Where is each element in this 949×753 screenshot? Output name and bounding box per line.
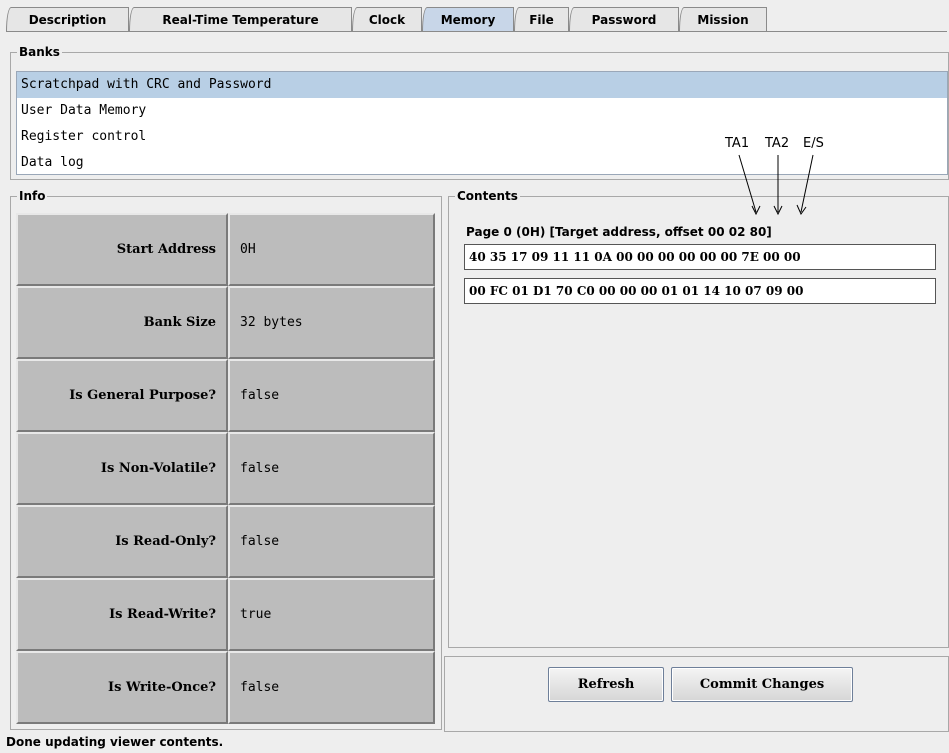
tab-label: Memory xyxy=(440,13,496,27)
info-row-read-write: Is Read-Write? true xyxy=(16,578,435,651)
info-row-non-volatile: Is Non-Volatile? false xyxy=(16,432,435,505)
bank-item-user-data-memory[interactable]: User Data Memory xyxy=(17,98,947,124)
tab-label: Password xyxy=(591,12,657,27)
info-value: 0H xyxy=(228,213,435,286)
status-text: Done updating viewer contents. xyxy=(6,735,224,749)
info-value: false xyxy=(228,359,435,432)
annotation-ta1: TA1 xyxy=(725,136,750,151)
info-row-write-once: Is Write-Once? false xyxy=(16,651,435,724)
arrow-es xyxy=(800,154,814,213)
info-label: Is Read-Write? xyxy=(16,578,228,651)
hex-row-0[interactable]: 40 35 17 09 11 11 0A 00 00 00 00 00 00 7… xyxy=(464,244,936,270)
arrow-ta1 xyxy=(738,154,757,213)
tab-mission[interactable]: Mission xyxy=(679,7,767,31)
info-row-read-only: Is Read-Only? false xyxy=(16,505,435,578)
info-label: Start Address xyxy=(16,213,228,286)
info-label: Is Write-Once? xyxy=(16,651,228,724)
info-row-start-address: Start Address 0H xyxy=(16,213,435,286)
tab-label: Description xyxy=(28,12,107,27)
info-row-bank-size: Bank Size 32 bytes xyxy=(16,286,435,359)
info-row-general-purpose: Is General Purpose? false xyxy=(16,359,435,432)
info-label: Is Non-Volatile? xyxy=(16,432,228,505)
tab-description[interactable]: Description xyxy=(6,7,129,31)
annotation-arrows xyxy=(738,154,814,216)
tab-label: File xyxy=(529,12,554,27)
commit-changes-button[interactable]: Commit Changes xyxy=(671,667,853,702)
info-value: false xyxy=(228,505,435,578)
info-title: Info xyxy=(17,188,48,204)
info-value: 32 bytes xyxy=(228,286,435,359)
tab-bar: Description Real-Time Temperature Clock … xyxy=(6,7,946,32)
tab-label: Real-Time Temperature xyxy=(162,12,319,27)
info-table: Start Address 0H Bank Size 32 bytes Is G… xyxy=(16,213,435,724)
tab-label: Clock xyxy=(368,12,406,27)
annotation-es: E/S xyxy=(803,136,824,151)
info-label: Bank Size xyxy=(16,286,228,359)
refresh-button[interactable]: Refresh xyxy=(548,667,664,702)
info-label: Is General Purpose? xyxy=(16,359,228,432)
tab-real-time-temperature[interactable]: Real-Time Temperature xyxy=(129,7,352,31)
contents-title: Contents xyxy=(455,188,520,204)
info-value: true xyxy=(228,578,435,651)
banks-title: Banks xyxy=(17,44,62,60)
tab-label: Mission xyxy=(697,12,749,27)
page-title: Page 0 (0H) [Target address, offset 00 0… xyxy=(466,225,772,239)
tab-divider xyxy=(6,31,947,32)
info-value: false xyxy=(228,432,435,505)
tab-clock[interactable]: Clock xyxy=(352,7,422,31)
hex-row-1[interactable]: 00 FC 01 D1 70 C0 00 00 00 01 01 14 10 0… xyxy=(464,278,936,304)
tab-memory[interactable]: Memory xyxy=(422,7,514,32)
info-label: Is Read-Only? xyxy=(16,505,228,578)
tab-password[interactable]: Password xyxy=(569,7,679,31)
info-value: false xyxy=(228,651,435,724)
tab-file[interactable]: File xyxy=(514,7,569,31)
annotation-ta2: TA2 xyxy=(765,136,790,151)
bank-item-scratchpad[interactable]: Scratchpad with CRC and Password xyxy=(17,72,947,98)
